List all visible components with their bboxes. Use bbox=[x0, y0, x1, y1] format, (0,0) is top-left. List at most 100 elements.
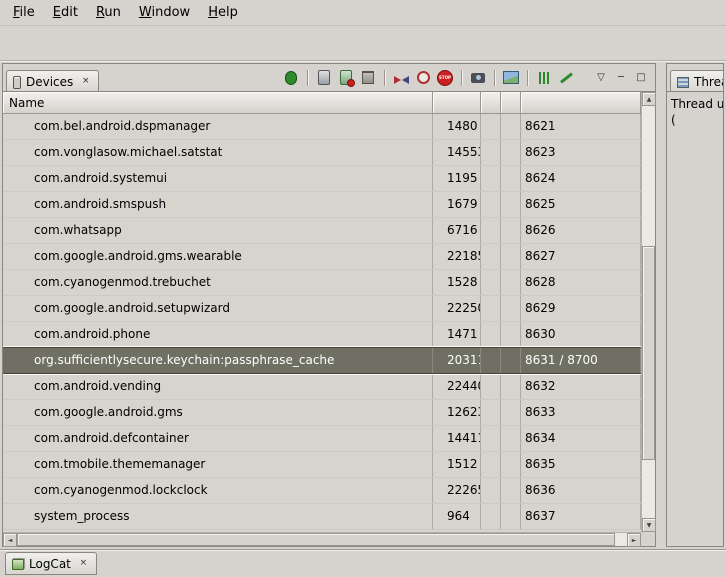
cell-empty bbox=[501, 192, 521, 217]
update-heap-icon[interactable] bbox=[314, 68, 334, 88]
scroll-left-icon[interactable]: ◄ bbox=[3, 533, 17, 547]
column-header-3[interactable] bbox=[501, 92, 521, 114]
cell-empty bbox=[501, 374, 521, 399]
process-pid: 1471 bbox=[433, 322, 481, 347]
tab-threads[interactable]: Threads bbox=[670, 70, 723, 92]
process-row[interactable]: com.android.systemui11958624 bbox=[3, 166, 641, 192]
horizontal-scroll-thumb[interactable] bbox=[17, 533, 615, 546]
threads-message-line1: Thread up bbox=[671, 96, 723, 112]
process-name: com.google.android.setupwizard bbox=[3, 296, 433, 321]
menu-file[interactable]: File bbox=[4, 0, 44, 25]
cell-empty bbox=[481, 478, 501, 503]
cell-empty bbox=[481, 218, 501, 243]
cell-empty bbox=[481, 166, 501, 191]
tab-devices[interactable]: Devices × bbox=[6, 70, 99, 92]
process-pid: 20311 bbox=[433, 348, 481, 373]
cell-empty bbox=[501, 270, 521, 295]
menu-window[interactable]: Window bbox=[130, 0, 199, 25]
toolbar-separator bbox=[307, 70, 308, 86]
column-header-4[interactable] bbox=[521, 92, 641, 114]
scroll-up-icon[interactable]: ▲ bbox=[642, 92, 656, 106]
devices-toolbar: STOP bbox=[280, 64, 583, 91]
menu-edit[interactable]: Edit bbox=[44, 0, 87, 25]
debug-port: 8621 bbox=[521, 114, 641, 139]
tab-logcat[interactable]: LogCat × bbox=[5, 552, 97, 575]
debug-port: 8627 bbox=[521, 244, 641, 269]
stop-process-icon[interactable]: STOP bbox=[437, 70, 453, 86]
debug-port: 8633 bbox=[521, 400, 641, 425]
view-menu-icon[interactable]: ▽ bbox=[593, 72, 609, 83]
screen-capture-icon[interactable] bbox=[468, 68, 488, 88]
devices-panel: Devices × STOP ▽ ─ □ Name com.bel.androi… bbox=[2, 63, 656, 547]
process-pid: 1195 bbox=[433, 166, 481, 191]
debug-port: 8629 bbox=[521, 296, 641, 321]
cell-empty bbox=[481, 296, 501, 321]
process-name: com.android.phone bbox=[3, 322, 433, 347]
process-row[interactable]: com.google.android.gms126238633 bbox=[3, 400, 641, 426]
debug-port: 8626 bbox=[521, 218, 641, 243]
process-pid: 1512 bbox=[433, 452, 481, 477]
vertical-scroll-thumb[interactable] bbox=[642, 246, 655, 460]
process-pid: 6716 bbox=[433, 218, 481, 243]
grid-body: com.bel.android.dspmanager14808621com.vo… bbox=[3, 114, 641, 530]
process-name: org.sufficientlysecure.keychain:passphra… bbox=[3, 348, 433, 373]
logcat-bar: LogCat × bbox=[0, 549, 726, 577]
scroll-right-icon[interactable]: ► bbox=[627, 533, 641, 547]
process-row[interactable]: com.whatsapp67168626 bbox=[3, 218, 641, 244]
process-name: com.tmobile.thememanager bbox=[3, 452, 433, 477]
column-header-1[interactable] bbox=[433, 92, 481, 114]
close-tab-icon[interactable]: × bbox=[80, 77, 91, 88]
cell-empty bbox=[481, 114, 501, 139]
debug-port: 8631 / 8700 bbox=[521, 348, 641, 373]
heap-updates-icon[interactable] bbox=[556, 68, 576, 88]
vertical-scrollbar[interactable]: ▲ ▼ bbox=[641, 92, 655, 532]
process-row[interactable]: system_process9648637 bbox=[3, 504, 641, 530]
debug-port: 8628 bbox=[521, 270, 641, 295]
process-row[interactable]: com.android.defcontainer144118634 bbox=[3, 426, 641, 452]
threads-panel: Threads Thread up ( bbox=[666, 63, 724, 547]
process-pid: 14553 bbox=[433, 140, 481, 165]
debug-port: 8632 bbox=[521, 374, 641, 399]
process-row[interactable]: com.tmobile.thememanager15128635 bbox=[3, 452, 641, 478]
thread-updates-icon[interactable] bbox=[534, 68, 554, 88]
dump-hprof-icon[interactable] bbox=[336, 68, 356, 88]
process-pid: 1679 bbox=[433, 192, 481, 217]
cell-empty bbox=[481, 400, 501, 425]
menu-run[interactable]: Run bbox=[87, 0, 130, 25]
debug-port: 8636 bbox=[521, 478, 641, 503]
view-controls: ▽ ─ □ bbox=[583, 64, 655, 91]
process-row[interactable]: com.cyanogenmod.lockclock222658636 bbox=[3, 478, 641, 504]
cell-empty bbox=[481, 192, 501, 217]
menu-help[interactable]: Help bbox=[199, 0, 247, 25]
cell-empty bbox=[501, 478, 521, 503]
scroll-down-icon[interactable]: ▼ bbox=[642, 518, 656, 532]
update-threads-icon[interactable] bbox=[391, 68, 411, 88]
debug-port: 8623 bbox=[521, 140, 641, 165]
toolbar-separator bbox=[494, 70, 495, 86]
debug-port: 8637 bbox=[521, 504, 641, 529]
process-row[interactable]: com.cyanogenmod.trebuchet15288628 bbox=[3, 270, 641, 296]
debug-process-icon[interactable] bbox=[281, 68, 301, 88]
vertical-scroll-track[interactable] bbox=[642, 106, 655, 518]
process-row[interactable]: com.google.android.setupwizard222508629 bbox=[3, 296, 641, 322]
cell-empty bbox=[481, 426, 501, 451]
process-row[interactable]: com.vonglasow.michael.satstat145538623 bbox=[3, 140, 641, 166]
process-row[interactable]: com.android.smspush16798625 bbox=[3, 192, 641, 218]
cell-empty bbox=[501, 296, 521, 321]
horizontal-scrollbar[interactable]: ◄ ► bbox=[3, 532, 641, 546]
process-row-selected[interactable]: org.sufficientlysecure.keychain:passphra… bbox=[3, 347, 641, 374]
horizontal-scroll-track[interactable] bbox=[17, 533, 627, 546]
column-header-name[interactable]: Name bbox=[3, 92, 433, 114]
process-row[interactable]: com.android.vending224408632 bbox=[3, 374, 641, 400]
process-row[interactable]: com.google.android.gms.wearable221858627 bbox=[3, 244, 641, 270]
maximize-icon[interactable]: □ bbox=[633, 72, 649, 83]
toolbar-separator bbox=[527, 70, 528, 86]
minimize-icon[interactable]: ─ bbox=[613, 72, 629, 83]
process-row[interactable]: com.bel.android.dspmanager14808621 bbox=[3, 114, 641, 140]
screen-record-icon[interactable] bbox=[501, 68, 521, 88]
column-header-2[interactable] bbox=[481, 92, 501, 114]
process-row[interactable]: com.android.phone14718630 bbox=[3, 322, 641, 348]
cause-gc-icon[interactable] bbox=[358, 68, 378, 88]
close-tab-icon[interactable]: × bbox=[78, 559, 89, 570]
start-method-profiling-icon[interactable] bbox=[413, 68, 433, 88]
